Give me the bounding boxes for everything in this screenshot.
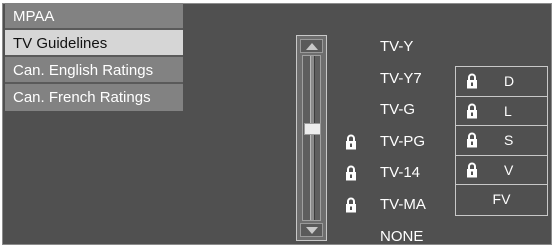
slider-track-line [310, 56, 315, 220]
lock-icon [466, 132, 478, 148]
sub-rating-label: L [504, 102, 512, 119]
sub-rating-l[interactable]: L [456, 97, 547, 127]
menu-item-can-french-ratings[interactable]: Can. French Ratings [5, 84, 183, 111]
sub-rating-d[interactable]: D [456, 67, 547, 97]
sub-rating-label: V [504, 161, 514, 178]
rating-tv-ma[interactable]: TV-MA [380, 195, 426, 215]
rating-tv-pg[interactable]: TV-PG [380, 132, 425, 152]
menu-item-tv-guidelines[interactable]: TV Guidelines [5, 30, 183, 57]
lock-icon [466, 103, 478, 119]
slider-thumb[interactable] [304, 123, 321, 135]
rating-level-slider[interactable] [296, 35, 327, 241]
menu-item-mpaa[interactable]: MPAA [5, 3, 183, 30]
menu-item-can-english-ratings[interactable]: Can. English Ratings [5, 57, 183, 84]
slider-down-button[interactable] [300, 223, 323, 237]
sub-rating-fv[interactable]: FV [456, 185, 547, 215]
lock-icon [466, 162, 478, 178]
arrow-down-icon [306, 227, 318, 234]
lock-icon [345, 134, 357, 150]
slider-up-button[interactable] [300, 39, 323, 53]
content-sub-ratings-grid: D L S V FV [455, 66, 548, 216]
sub-rating-label: S [504, 132, 514, 149]
lock-icon [345, 197, 357, 213]
rating-tv-y[interactable]: TV-Y [380, 37, 413, 57]
rating-tv-y7[interactable]: TV-Y7 [380, 69, 422, 89]
rating-tv-g[interactable]: TV-G [380, 100, 415, 120]
lock-icon [466, 73, 478, 89]
sub-rating-label: D [504, 73, 515, 89]
lock-icon [345, 165, 357, 181]
sub-rating-v[interactable]: V [456, 156, 547, 186]
arrow-up-icon [306, 43, 318, 50]
rating-tv-14[interactable]: TV-14 [380, 163, 420, 183]
slider-track[interactable] [302, 55, 321, 221]
ratings-menu: MPAA TV Guidelines Can. English Ratings … [5, 3, 183, 111]
sub-rating-label: FV [492, 191, 511, 208]
sub-rating-s[interactable]: S [456, 126, 547, 156]
rating-none[interactable]: NONE [380, 227, 423, 247]
